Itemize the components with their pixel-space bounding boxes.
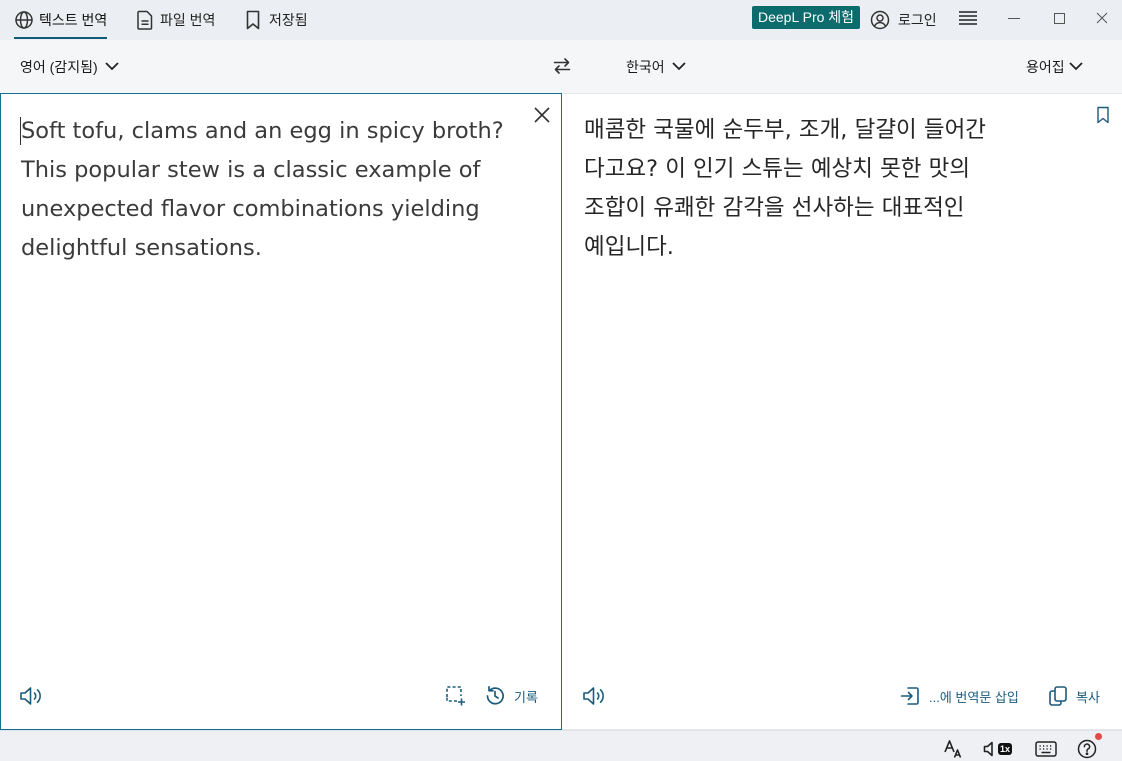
listen-translation-button[interactable] [582, 685, 608, 707]
status-bar: 1x [0, 730, 1122, 761]
close-icon [533, 106, 551, 124]
chevron-down-icon [104, 62, 119, 71]
swap-languages-button[interactable] [552, 56, 572, 76]
language-bar: 영어 (감지됨) 한국어 용어집 [0, 40, 1122, 93]
translation-line: 매콤한 국물에 순두부, 조개, 달걀이 들어간 [584, 117, 986, 143]
target-language-label: 한국어 [626, 58, 665, 75]
history-icon [484, 685, 506, 707]
tab-text-translation[interactable]: 텍스트 번역 [14, 0, 108, 40]
clear-text-button[interactable] [533, 106, 551, 124]
tab-label: 파일 번역 [160, 12, 216, 28]
text-size-icon [943, 739, 963, 759]
copy-label: 복사 [1076, 689, 1100, 705]
keyboard-icon [1035, 741, 1057, 757]
active-tab-indicator [14, 37, 108, 39]
globe-icon [14, 10, 34, 30]
title-bar: 텍스트 번역 파일 번역 저장됨 DeepL Pro 체험 로그인 [0, 0, 1122, 40]
insert-translation-button[interactable]: ...에 번역문 삽입 [899, 680, 1019, 712]
source-text-panel: Soft tofu, clams and an egg in spicy bro… [0, 93, 562, 730]
tab-label: 저장됨 [269, 12, 308, 28]
translation-line: 예입니다. [584, 234, 674, 260]
tab-label: 텍스트 번역 [39, 12, 108, 28]
login-label: 로그인 [898, 12, 937, 28]
tab-file-translation[interactable]: 파일 번역 [136, 0, 215, 40]
minimize-icon[interactable] [1004, 8, 1024, 28]
source-language-label: 영어 (감지됨) [20, 58, 98, 75]
translation-panel: 매콤한 국물에 순두부, 조개, 달걀이 들어간 다고요? 이 인기 스튜는 예… [562, 93, 1122, 730]
bookmark-icon [1096, 106, 1110, 124]
help-icon [1077, 739, 1097, 759]
keyboard-shortcuts-button[interactable] [1035, 741, 1057, 757]
file-icon [136, 10, 154, 30]
speech-speed-badge: 1x [998, 743, 1013, 755]
target-language-selector[interactable]: 한국어 [626, 40, 686, 93]
translation-line: 다고요? 이 인기 스튜는 예상치 못한 맛의 [584, 156, 971, 182]
translation-line: 조합이 유쾌한 감각을 선사하는 대표적인 [584, 195, 965, 221]
save-translation-button[interactable] [1096, 106, 1110, 124]
chevron-down-icon [672, 62, 686, 71]
bookmark-icon [245, 10, 261, 30]
listen-source-button[interactable] [19, 685, 45, 707]
insert-icon [899, 685, 921, 707]
pro-trial-button[interactable]: DeepL Pro 체험 [752, 6, 861, 29]
login-button[interactable]: 로그인 [870, 0, 937, 40]
text-size-button[interactable] [943, 739, 963, 759]
help-button[interactable] [1077, 739, 1097, 759]
select-area-button[interactable] [445, 685, 467, 707]
copy-translation-button[interactable]: 복사 [1047, 680, 1100, 712]
swap-arrows-icon [552, 56, 572, 76]
history-label: 기록 [514, 689, 538, 705]
hamburger-menu-icon[interactable] [959, 10, 977, 26]
notification-dot [1095, 733, 1102, 740]
speech-speed-button[interactable]: 1x [983, 740, 1013, 758]
speaker-icon [582, 685, 608, 707]
glossary-label: 용어집 [1026, 58, 1065, 75]
speaker-icon [983, 741, 997, 757]
tab-saved[interactable]: 저장됨 [245, 0, 308, 40]
source-text-input[interactable]: Soft tofu, clams and an egg in spicy bro… [21, 112, 531, 268]
insert-label: ...에 번역문 삽입 [929, 689, 1019, 705]
glossary-selector[interactable]: 용어집 [1026, 40, 1083, 93]
translation-output: 매콤한 국물에 순두부, 조개, 달걀이 들어간 다고요? 이 인기 스튜는 예… [584, 111, 1084, 267]
history-button[interactable]: 기록 [484, 680, 538, 712]
maximize-icon[interactable] [1049, 8, 1069, 28]
copy-icon [1047, 685, 1069, 707]
text-caret [20, 117, 21, 145]
user-circle-icon [870, 10, 890, 30]
close-icon[interactable] [1092, 8, 1112, 28]
chevron-down-icon [1069, 62, 1083, 71]
source-language-selector[interactable]: 영어 (감지됨) [20, 40, 119, 93]
select-area-icon [445, 685, 467, 707]
speaker-icon [19, 685, 45, 707]
